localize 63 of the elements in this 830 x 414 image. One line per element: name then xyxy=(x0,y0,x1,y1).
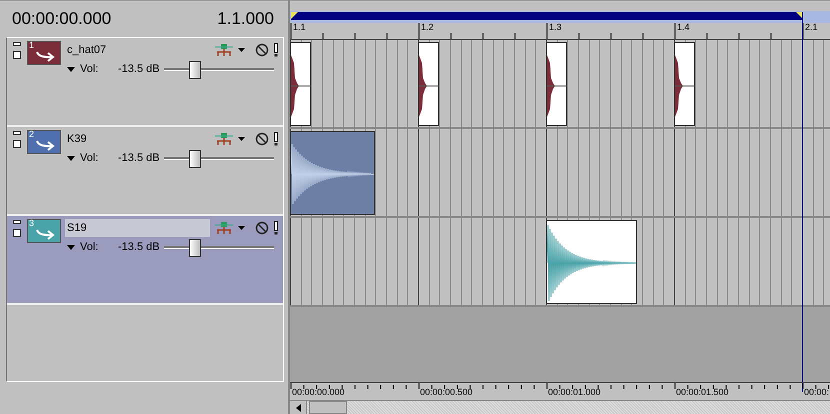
mute-icon[interactable] xyxy=(255,43,269,57)
track-header[interactable]: 2 K39 Vol: -13.5 dB xyxy=(7,127,283,216)
caret-icon[interactable] xyxy=(67,244,75,250)
time-label: 00:00:00.500 xyxy=(420,387,473,397)
track-name[interactable]: c_hat07 xyxy=(65,41,210,59)
volume-slider[interactable] xyxy=(164,238,274,256)
track-header[interactable]: 3 S19 Vol: -13.5 dB xyxy=(7,216,283,305)
beat-label: 1.4 xyxy=(677,22,690,32)
arrow-icon xyxy=(35,138,57,152)
caret-icon[interactable] xyxy=(238,226,245,230)
mute-icon[interactable] xyxy=(255,132,269,146)
time-label: 00:00:01.000 xyxy=(548,387,601,397)
volume-slider[interactable] xyxy=(164,149,274,167)
minimize-icon[interactable] xyxy=(13,220,21,224)
loop-region-bar[interactable] xyxy=(291,11,803,21)
left-arrow-icon xyxy=(296,404,300,412)
arrow-icon xyxy=(35,227,57,241)
slider-thumb[interactable] xyxy=(188,61,201,79)
position-readout: 1.1.000 xyxy=(217,9,274,29)
track-name[interactable]: K39 xyxy=(65,130,210,148)
volume-reading: -13.5 dB xyxy=(118,152,161,164)
scrollbar-thumb[interactable] xyxy=(309,401,347,414)
solo-icon[interactable] xyxy=(273,221,279,235)
track-icon[interactable]: 2 xyxy=(27,130,61,154)
volume-reading: -13.5 dB xyxy=(118,63,161,75)
volume-label: Vol: xyxy=(80,152,100,164)
beat-label: 1.2 xyxy=(421,22,434,32)
time-readout: 00:00:00.000 xyxy=(12,9,112,29)
track-number: 1 xyxy=(29,40,34,50)
scroll-left-button[interactable] xyxy=(290,401,307,414)
track-header[interactable]: 1 c_hat07 Vol: -13.5 dB xyxy=(7,38,283,127)
slider-thumb[interactable] xyxy=(188,150,201,168)
caret-icon[interactable] xyxy=(238,48,245,52)
slider-thumb[interactable] xyxy=(188,239,201,257)
volume-label: Vol: xyxy=(80,241,100,253)
minimize-icon[interactable] xyxy=(13,131,21,135)
caret-icon[interactable] xyxy=(67,66,75,72)
caret-icon[interactable] xyxy=(67,156,75,160)
fx-routing-icon[interactable] xyxy=(214,132,234,146)
track-number: 3 xyxy=(29,218,34,228)
volume-label: Vol: xyxy=(80,63,100,75)
caret-icon[interactable] xyxy=(238,137,245,141)
horizontal-scrollbar[interactable] xyxy=(290,400,830,414)
arrow-icon xyxy=(35,49,57,63)
solo-icon[interactable] xyxy=(273,43,279,57)
maximize-icon[interactable] xyxy=(13,140,21,148)
volume-slider[interactable] xyxy=(164,60,274,78)
mute-icon[interactable] xyxy=(255,221,269,235)
time-label: 00:00:00.000 xyxy=(292,387,345,397)
track-number: 2 xyxy=(29,129,34,139)
beat-label: 1.1 xyxy=(293,22,306,32)
maximize-icon[interactable] xyxy=(13,229,21,237)
beat-label: 1.3 xyxy=(549,22,562,32)
time-label: 00:00: xyxy=(804,387,830,397)
fx-routing-icon[interactable] xyxy=(214,43,234,57)
track-icon[interactable]: 1 xyxy=(27,41,61,65)
solo-icon[interactable] xyxy=(273,132,279,146)
volume-reading: -13.5 dB xyxy=(118,241,161,253)
beat-label: 2.1 xyxy=(805,22,818,32)
time-label: 00:00:01.500 xyxy=(676,387,729,397)
minimize-icon[interactable] xyxy=(13,42,21,46)
track-name[interactable]: S19 xyxy=(65,219,210,237)
maximize-icon[interactable] xyxy=(13,51,21,59)
